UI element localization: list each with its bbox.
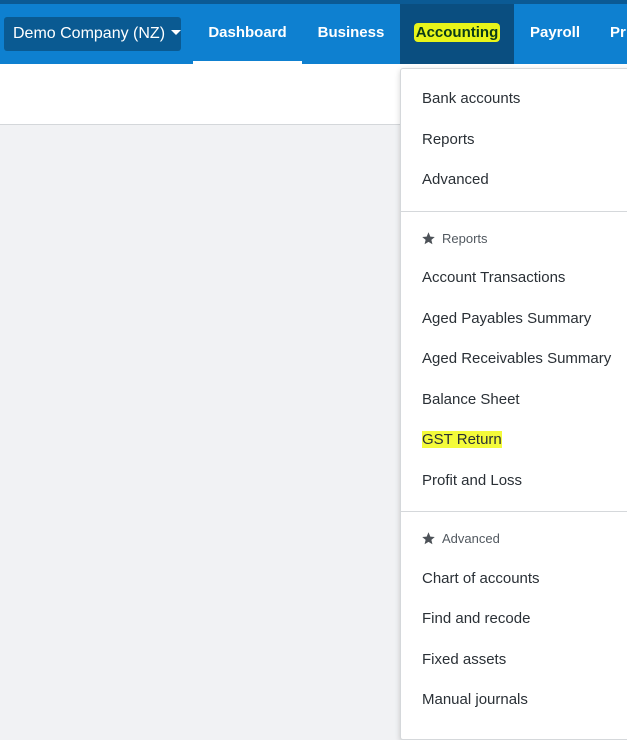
nav-tab-accounting-label: Accounting [413, 23, 501, 42]
menu-item-chart-of-accounts[interactable]: Chart of accounts [422, 570, 540, 587]
section-header-reports: Reports [421, 231, 488, 246]
menu-item-fixed-assets[interactable]: Fixed assets [422, 651, 506, 668]
menu-item-aged-payables-summary[interactable]: Aged Payables Summary [422, 310, 591, 327]
section-header-label: Advanced [442, 531, 500, 546]
nav-tab-business[interactable]: Business [302, 4, 400, 64]
menu-divider [401, 211, 627, 212]
menu-item-manual-journals[interactable]: Manual journals [422, 691, 528, 708]
menu-divider [401, 511, 627, 512]
menu-item-gst-return-label: GST Return [422, 431, 502, 448]
menu-item-advanced[interactable]: Advanced [422, 171, 489, 188]
section-header-advanced: Advanced [421, 531, 500, 546]
menu-item-gst-return[interactable]: GST Return [422, 431, 502, 448]
menu-item-find-and-recode[interactable]: Find and recode [422, 610, 530, 627]
organisation-name: Demo Company (NZ) [13, 25, 166, 42]
menu-item-profit-and-loss[interactable]: Profit and Loss [422, 472, 522, 489]
caret-down-icon [171, 30, 182, 35]
star-icon [422, 232, 435, 245]
section-header-label: Reports [442, 231, 488, 246]
nav-tab-payroll[interactable]: Payroll [514, 4, 596, 64]
menu-item-bank-accounts[interactable]: Bank accounts [422, 90, 520, 107]
menu-item-reports[interactable]: Reports [422, 131, 475, 148]
menu-item-balance-sheet[interactable]: Balance Sheet [422, 391, 520, 408]
menu-item-account-transactions[interactable]: Account Transactions [422, 269, 565, 286]
organisation-switcher-button[interactable]: Demo Company (NZ) [4, 17, 182, 51]
nav-tab-accounting[interactable]: Accounting [400, 4, 514, 64]
nav-tab-dashboard[interactable]: Dashboard [193, 4, 302, 64]
star-icon [422, 532, 435, 545]
accounting-dropdown-menu: Bank accounts Reports Advanced Reports A… [400, 68, 627, 740]
top-navigation-bar: Demo Company (NZ) Dashboard Business Acc… [0, 0, 627, 64]
menu-item-aged-receivables-summary[interactable]: Aged Receivables Summary [422, 350, 611, 367]
nav-tab-projects[interactable]: Pr [610, 4, 627, 64]
